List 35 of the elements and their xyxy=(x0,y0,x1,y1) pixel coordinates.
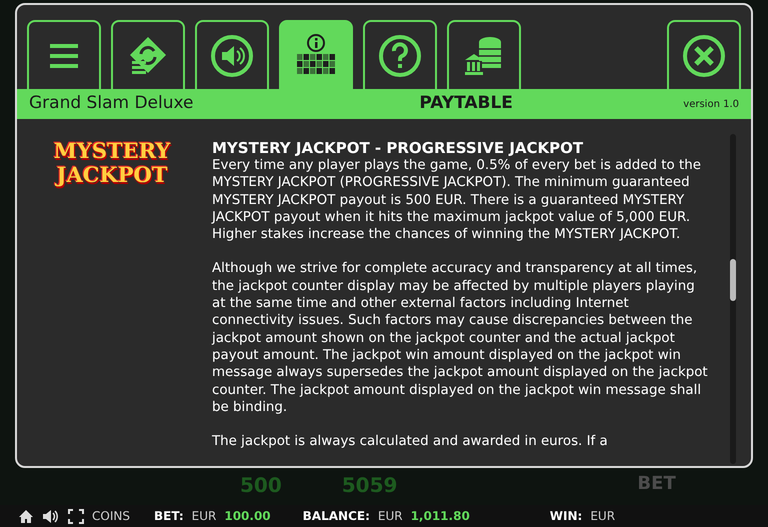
close-icon xyxy=(682,34,726,78)
fullscreen-icon[interactable] xyxy=(68,508,84,524)
menu-tab[interactable] xyxy=(363,20,437,89)
scrollbar-track[interactable] xyxy=(730,134,736,464)
jackpot-logo: MYSTERY JACKPOT xyxy=(52,139,172,189)
help-icon xyxy=(378,34,422,78)
menu-tab[interactable] xyxy=(447,20,521,89)
game-control-label: 500 xyxy=(240,472,282,499)
balance-value: 1,011.80 xyxy=(410,508,470,525)
game-control-label: 5059 xyxy=(342,472,398,499)
menu-tab[interactable] xyxy=(27,20,101,89)
game-title: Grand Slam Deluxe xyxy=(29,92,194,116)
section-heading: MYSTERY JACKPOT - PROGRESSIVE JACKPOT xyxy=(212,139,584,157)
coins-label: COINS xyxy=(92,508,130,525)
version-label: version 1.0 xyxy=(683,98,739,112)
sound-icon xyxy=(210,34,254,78)
paragraph: The jackpot is always calculated and awarded in euros. If a xyxy=(212,433,609,450)
currency-label: EUR xyxy=(192,508,216,525)
menu-tab[interactable] xyxy=(195,20,269,89)
sound-icon[interactable] xyxy=(42,508,60,524)
win-label: WIN: xyxy=(550,508,582,525)
close-button[interactable] xyxy=(667,20,741,89)
bet-label: BET: xyxy=(154,508,184,525)
bet-value: 100.00 xyxy=(224,508,271,525)
game-control-label: BET xyxy=(637,472,676,496)
paragraph: Every time any player plays the game, 0.5% of every bet is added to the MYSTERY JACKPOT (PROGRESSIVE JACKPOT). The minimum guaranteed MYSTERY JACKPOT payout is 500 EUR. There is a guaranteed MYSTERY JACKPOT payout when it hits the maximum jackpot value of 5,000 EUR. Higher stakes increase the chances of winning the MYSTERY JACKPOT. xyxy=(212,157,702,244)
menu-tab[interactable] xyxy=(111,20,185,89)
scrollbar-thumb[interactable] xyxy=(730,259,736,301)
currency-label: EUR xyxy=(378,508,403,525)
balance-label: BALANCE: xyxy=(302,508,370,525)
home-icon[interactable] xyxy=(18,508,34,524)
menu-tab[interactable] xyxy=(279,20,353,89)
currency-label: EUR xyxy=(590,508,616,525)
paragraph: Although we strive for complete accuracy and transparency at all times, the jackpot counter display may be affected by multiple players playing at the same time and other external factors including Internet connectivity issues. Such factors may cause discrepancies between the jackpot amount shown on the jackpot counter and the actual jackpot payout amount. The jackpot win amount displayed on the jackpot win message always supersedes the jackpot amount displayed on the jackpot counter. The jackpot amount displayed on the jackpot win message shall be binding. xyxy=(212,260,708,416)
section-title: PAYTABLE xyxy=(418,92,514,116)
